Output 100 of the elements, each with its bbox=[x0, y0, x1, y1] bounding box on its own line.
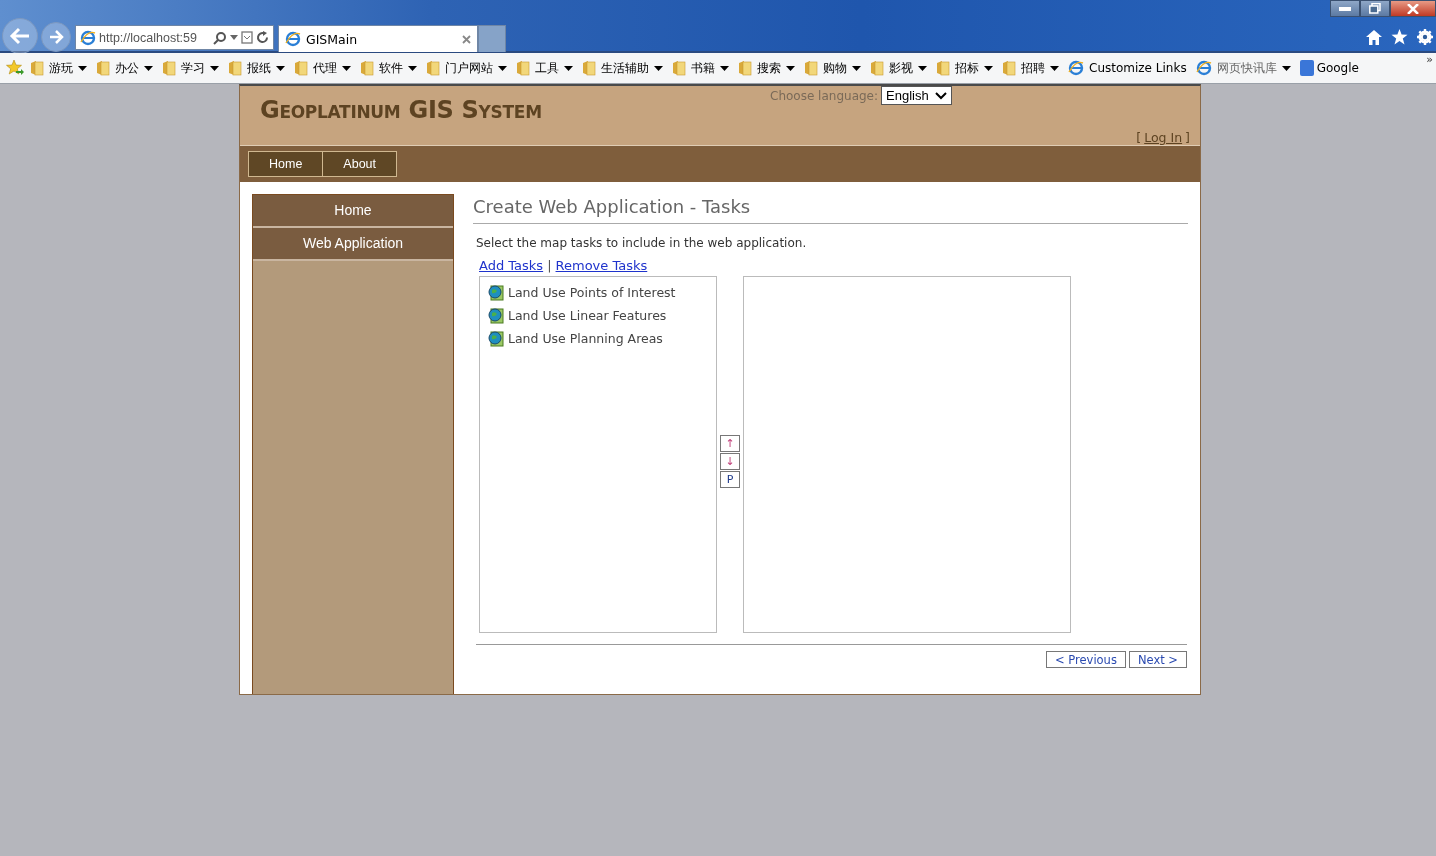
browser-logo-icon bbox=[1195, 60, 1212, 76]
favorites-item[interactable]: 软件 bbox=[360, 59, 417, 77]
dropdown-caret-icon bbox=[852, 65, 861, 71]
favorites-item[interactable]: Google bbox=[1299, 60, 1359, 76]
login-link[interactable]: Log In bbox=[1144, 130, 1183, 145]
page-heading: Create Web Application - Tasks bbox=[473, 194, 1188, 224]
dropdown-caret-icon bbox=[786, 65, 795, 71]
folder-icon bbox=[936, 60, 950, 76]
nav-link[interactable]: Home bbox=[248, 151, 324, 177]
dropdown-caret-icon bbox=[408, 65, 417, 71]
folder-icon bbox=[96, 60, 110, 76]
action-link[interactable]: Remove Tasks bbox=[555, 258, 648, 273]
folder-icon bbox=[360, 60, 374, 76]
available-tasks-list[interactable]: Land Use Points of Interest Land Use Linear Features Land Use Planning Areas bbox=[479, 276, 717, 633]
globe-icon bbox=[488, 330, 504, 347]
favorites-star-icon[interactable] bbox=[6, 60, 24, 76]
back-button[interactable] bbox=[2, 18, 38, 54]
folder-icon bbox=[738, 60, 752, 76]
browser-logo-icon bbox=[80, 29, 96, 46]
bracket: ] bbox=[1185, 130, 1190, 145]
home-icon[interactable] bbox=[1366, 29, 1382, 45]
close-tab-icon[interactable] bbox=[462, 34, 471, 44]
star-icon[interactable] bbox=[1391, 29, 1408, 45]
forward-button[interactable] bbox=[41, 22, 71, 52]
separator: | bbox=[547, 258, 552, 273]
favorites-item[interactable]: 工具 bbox=[516, 59, 573, 77]
folder-icon bbox=[426, 60, 440, 76]
sidebar-item[interactable]: Home bbox=[253, 195, 453, 228]
dropdown-caret-icon bbox=[654, 65, 663, 71]
caret-icon bbox=[934, 91, 947, 100]
favorites-item[interactable]: 办公 bbox=[96, 59, 153, 77]
move-button[interactable]: ↓ bbox=[720, 453, 740, 470]
settings-icon[interactable] bbox=[1417, 29, 1433, 45]
favorites-item[interactable]: 游玩 bbox=[30, 59, 87, 77]
restore-icon bbox=[1369, 3, 1381, 14]
favorites-item[interactable]: 招聘 bbox=[1002, 59, 1059, 77]
instruction-text: Select the map tasks to include in the web application. bbox=[476, 236, 808, 250]
folder-icon bbox=[672, 60, 686, 76]
browser-logo-icon bbox=[1068, 60, 1084, 76]
wizard-button[interactable]: Next > bbox=[1128, 651, 1187, 668]
minimize-icon bbox=[1339, 6, 1351, 11]
favorites-item[interactable]: 门户网站 bbox=[426, 59, 507, 77]
wizard-button[interactable]: < Previous bbox=[1046, 651, 1126, 668]
browser-tab[interactable]: GISMain bbox=[278, 25, 478, 52]
favorites-item[interactable]: 代理 bbox=[294, 59, 351, 77]
refresh-icon[interactable] bbox=[256, 31, 269, 44]
back-arrow-icon bbox=[9, 27, 31, 45]
task-item[interactable]: Land Use Linear Features bbox=[508, 308, 667, 323]
favorites-item[interactable]: 生活辅助 bbox=[582, 59, 663, 77]
dropdown-caret-icon bbox=[1281, 65, 1291, 71]
dropdown-caret-icon bbox=[498, 65, 507, 71]
site-title: Geoplatinum GIS System bbox=[260, 96, 542, 124]
folder-icon bbox=[1002, 60, 1016, 76]
sidebar-item[interactable]: Web Application bbox=[253, 228, 453, 261]
browser-logo-icon bbox=[285, 31, 301, 47]
favorites-item[interactable]: 购物 bbox=[804, 59, 861, 77]
dropdown-caret-icon bbox=[984, 65, 993, 71]
minimize-button[interactable] bbox=[1330, 0, 1360, 17]
folder-icon bbox=[228, 60, 242, 76]
task-item[interactable]: Land Use Points of Interest bbox=[508, 285, 676, 300]
favorites-item[interactable]: Customize Links bbox=[1068, 60, 1187, 76]
search-icon[interactable] bbox=[213, 30, 227, 45]
dropdown-caret-icon bbox=[720, 65, 729, 71]
bracket: [ bbox=[1136, 130, 1142, 145]
folder-icon bbox=[294, 60, 308, 76]
folder-icon bbox=[30, 60, 44, 76]
language-label: Choose language: bbox=[770, 88, 879, 103]
dropdown-caret-icon bbox=[1050, 65, 1059, 71]
folder-icon bbox=[516, 60, 530, 76]
favorites-item[interactable]: 书籍 bbox=[672, 59, 729, 77]
close-button[interactable] bbox=[1390, 0, 1436, 17]
dropdown-caret-icon bbox=[342, 65, 351, 71]
nav-link[interactable]: About bbox=[323, 151, 397, 177]
action-link[interactable]: Add Tasks bbox=[479, 258, 544, 273]
favorites-item[interactable]: 网页快讯库 bbox=[1195, 59, 1291, 77]
dropdown-caret-icon bbox=[78, 65, 87, 71]
task-item[interactable]: Land Use Planning Areas bbox=[508, 331, 663, 346]
favorites-item[interactable]: 招标 bbox=[936, 59, 993, 77]
dropdown-caret-icon[interactable] bbox=[230, 35, 238, 40]
address-text: http://localhost:59 bbox=[99, 30, 198, 45]
close-icon bbox=[1407, 3, 1419, 14]
folder-icon bbox=[804, 60, 818, 76]
dropdown-caret-icon bbox=[564, 65, 573, 71]
restore-button[interactable] bbox=[1360, 0, 1390, 17]
dropdown-caret-icon bbox=[144, 65, 153, 71]
order-button[interactable]: P bbox=[720, 471, 740, 488]
folder-icon bbox=[162, 60, 176, 76]
favorites-item[interactable]: 学习 bbox=[162, 59, 219, 77]
favorites-item[interactable]: 搜索 bbox=[738, 59, 795, 77]
language-select[interactable]: English bbox=[881, 86, 952, 105]
favorites-item[interactable]: 影视 bbox=[870, 59, 927, 77]
favorites-item[interactable]: 报纸 bbox=[228, 59, 285, 77]
folder-icon bbox=[870, 60, 884, 76]
address-bar[interactable]: http://localhost:59 bbox=[75, 25, 274, 50]
folder-icon bbox=[582, 60, 596, 76]
move-button[interactable]: ↑ bbox=[720, 435, 740, 452]
forward-arrow-icon bbox=[48, 30, 64, 44]
more-favorites-chevron[interactable]: » bbox=[1426, 53, 1433, 66]
globe-icon bbox=[488, 284, 504, 301]
dropdown-caret-icon bbox=[276, 65, 285, 71]
